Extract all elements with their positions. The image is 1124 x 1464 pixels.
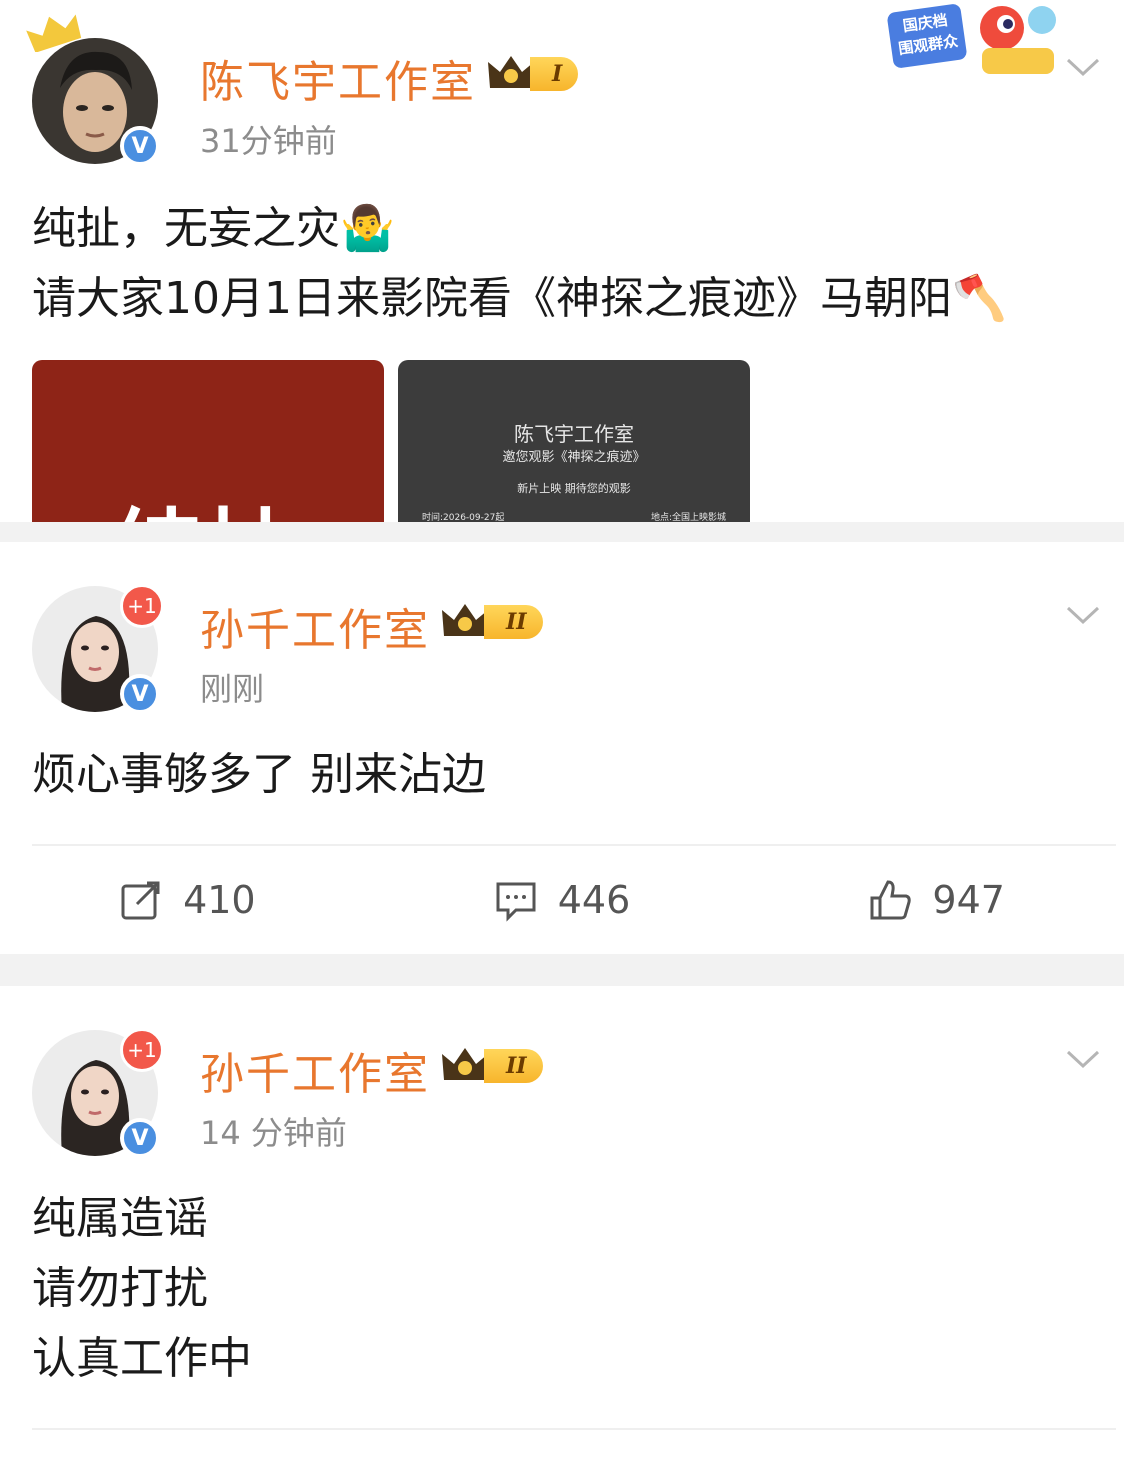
content-line: 请勿打扰 <box>32 1263 208 1314</box>
comment-icon <box>496 882 536 922</box>
avatar[interactable]: +1 V <box>32 1028 164 1158</box>
post-2: +1 V 孙千工作室 II 刚刚 烦心事够多了 别来沾边 410 446 947 <box>0 542 1124 954</box>
post-time: 31分钟前 <box>200 122 337 160</box>
crown-icon <box>442 1048 488 1080</box>
mascot-icon <box>980 6 1056 74</box>
verified-badge: V <box>120 1118 160 1158</box>
chevron-down-icon[interactable] <box>1064 596 1102 634</box>
author-name[interactable]: 孙千工作室 <box>200 1038 430 1102</box>
author-name[interactable]: 孙千工作室 <box>200 594 430 658</box>
vip-badge[interactable]: II <box>440 600 543 644</box>
vip-badge[interactable]: II <box>440 1044 543 1088</box>
chevron-down-icon[interactable] <box>1064 1040 1102 1078</box>
plus-one-badge: +1 <box>120 1028 164 1072</box>
post-content: 纯属造谣 请勿打扰 认真工作中 <box>32 1184 252 1394</box>
image-date: 时间:2026-09-27起 <box>422 513 505 522</box>
post-time: 刚刚 <box>200 670 265 708</box>
post-image-2[interactable]: 陈飞宇工作室 邀您观影《神探之痕迹》 新片上映 期待您的观影 时间:2026-0… <box>398 360 750 522</box>
vip-level: I <box>530 57 579 91</box>
image-text: 纯扯 <box>112 480 296 522</box>
vip-badge[interactable]: I <box>486 52 579 96</box>
verified-badge: V <box>120 674 160 714</box>
shrug-emoji: 🤷‍♂️ <box>340 203 395 254</box>
divider <box>32 1428 1116 1430</box>
crown-icon <box>442 604 488 636</box>
post-content: 纯扯，无妄之灾🤷‍♂️ 请大家10月1日来影院看《神探之痕迹》马朝阳🪓 <box>32 194 1007 334</box>
event-badge[interactable]: 国庆档 围观群众 <box>882 2 1072 82</box>
like-icon <box>870 880 912 920</box>
crown-icon <box>488 56 534 88</box>
avatar[interactable]: V <box>26 14 160 166</box>
content-text: 纯扯，无妄之灾 <box>32 203 340 254</box>
vip-level: II <box>484 1049 543 1083</box>
post-time: 14 分钟前 <box>200 1114 347 1152</box>
content-line: 烦心事够多了 别来沾边 <box>32 749 486 800</box>
chevron-down-icon[interactable] <box>1064 48 1102 86</box>
post-content: 烦心事够多了 别来沾边 <box>32 740 486 810</box>
vip-level: II <box>484 605 543 639</box>
image-line: 新片上映 期待您的观影 <box>517 482 631 495</box>
repost-count: 410 <box>183 878 256 922</box>
verified-badge: V <box>120 126 160 166</box>
avatar[interactable]: +1 V <box>32 584 164 714</box>
crown-icon <box>26 14 82 52</box>
post-1: V 陈飞宇工作室 I 31分钟前 国庆档 围观群众 纯扯，无妄之灾🤷‍♂️ <box>0 0 1124 522</box>
content-line: 纯属造谣 <box>32 1193 208 1244</box>
post-image-1[interactable]: 纯扯 <box>32 360 384 522</box>
repost-button[interactable]: 410 <box>0 846 375 954</box>
comment-button[interactable]: 446 <box>375 846 750 954</box>
action-bar: 410 446 947 <box>0 846 1124 954</box>
image-title: 陈飞宇工作室 <box>514 422 634 446</box>
image-place: 地点:全国上映影城 <box>650 513 726 522</box>
repost-icon <box>121 881 160 920</box>
content-line: 纯扯，无妄之灾🤷‍♂️ <box>32 194 1007 264</box>
plus-one-badge: +1 <box>120 584 164 628</box>
like-button[interactable]: 947 <box>749 846 1124 954</box>
post-separator <box>0 522 1124 542</box>
like-count: 947 <box>932 878 1005 922</box>
content-text: 请大家10月1日来影院看《神探之痕迹》马朝阳 <box>32 273 952 324</box>
comment-count: 446 <box>557 878 631 922</box>
post-separator <box>0 954 1124 986</box>
content-line: 请大家10月1日来影院看《神探之痕迹》马朝阳🪓 <box>32 264 1007 334</box>
image-subtitle: 邀您观影《神探之痕迹》 <box>502 450 646 465</box>
post-3: +1 V 孙千工作室 II 14 分钟前 纯属造谣 请勿打扰 认真工作中 <box>0 986 1124 1464</box>
content-line: 认真工作中 <box>32 1333 252 1384</box>
axe-emoji: 🪓 <box>951 273 1007 324</box>
author-name[interactable]: 陈飞宇工作室 <box>200 46 476 110</box>
